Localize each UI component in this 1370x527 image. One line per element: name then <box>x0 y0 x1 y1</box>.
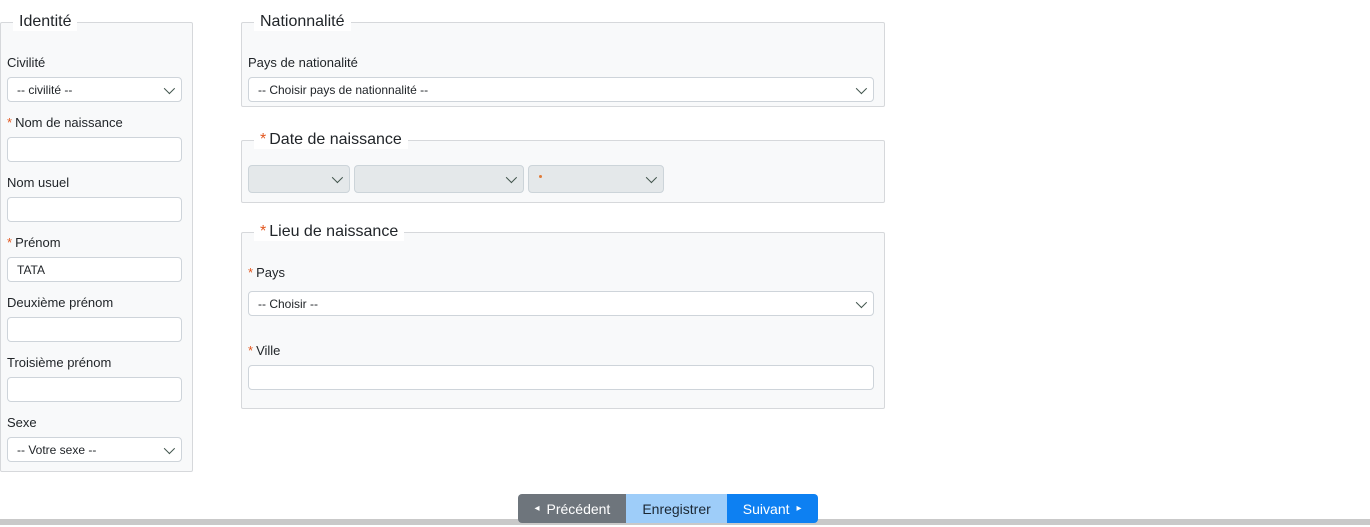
field-pays: * Pays -- Choisir -- <box>248 265 874 316</box>
previous-button[interactable]: ◂ Précédent <box>518 494 627 523</box>
required-asterisk: * <box>248 343 254 358</box>
pays-de-nationalite-select[interactable]: -- Choisir pays de nationnalité -- <box>248 77 874 102</box>
troisieme-prenom-label: Troisième prénom <box>7 355 112 370</box>
field-pays-de-nationalite: Pays de nationalité -- Choisir pays de n… <box>248 55 874 102</box>
birth-date-fieldset: * Date de naissance <box>241 130 885 203</box>
pays-de-nationalite-label: Pays de nationalité <box>248 55 358 70</box>
nationality-legend: Nationnalité <box>254 12 351 31</box>
required-asterisk: * <box>260 131 267 148</box>
identity-legend: Identité <box>13 12 78 31</box>
prenom-input[interactable] <box>7 257 182 282</box>
birth-date-legend: * Date de naissance <box>254 130 408 149</box>
save-button-label: Enregistrer <box>642 500 711 517</box>
birth-month-select[interactable] <box>354 165 524 193</box>
deuxieme-prenom-input[interactable] <box>7 317 182 342</box>
chevron-down-icon <box>163 442 176 454</box>
birth-year-select[interactable] <box>528 165 664 193</box>
arrow-right-icon: ▸ <box>796 502 802 514</box>
civilite-select-value: -- civilité -- <box>17 82 73 97</box>
required-asterisk: * <box>7 235 13 250</box>
required-asterisk: * <box>248 265 254 280</box>
field-nom-de-naissance: * Nom de naissance <box>7 115 182 162</box>
pays-select-value: -- Choisir -- <box>258 296 318 311</box>
required-asterisk: * <box>260 223 267 240</box>
ville-input[interactable] <box>248 365 874 390</box>
nationality-fieldset: Nationnalité Pays de nationalité -- Choi… <box>241 12 885 107</box>
field-nom-usuel: Nom usuel <box>7 175 182 222</box>
right-column: Nationnalité Pays de nationalité -- Choi… <box>241 0 885 409</box>
previous-button-label: Précédent <box>546 500 611 517</box>
sexe-label: Sexe <box>7 415 37 430</box>
sexe-select-value: -- Votre sexe -- <box>17 442 97 457</box>
field-sexe: Sexe -- Votre sexe -- <box>7 415 182 462</box>
footer-actions: ◂ Précédent Enregistrer Suivant ▸ <box>0 494 1370 523</box>
field-troisieme-prenom: Troisième prénom <box>7 355 182 402</box>
chevron-down-icon <box>855 296 868 308</box>
troisieme-prenom-input[interactable] <box>7 377 182 402</box>
identity-fieldset: Identité Civilité -- civilité -- * Nom de… <box>0 12 193 472</box>
nom-usuel-label: Nom usuel <box>7 175 70 190</box>
birth-place-legend: * Lieu de naissance <box>254 222 405 241</box>
nom-usuel-input[interactable] <box>7 197 182 222</box>
save-button[interactable]: Enregistrer <box>626 494 727 523</box>
chevron-down-icon <box>331 171 344 184</box>
civilite-label: Civilité <box>7 55 46 70</box>
deuxieme-prenom-label: Deuxième prénom <box>7 295 114 310</box>
required-asterisk: * <box>7 115 13 130</box>
sexe-select[interactable]: -- Votre sexe -- <box>7 437 182 462</box>
pays-de-nationalite-select-value: -- Choisir pays de nationnalité -- <box>258 82 429 97</box>
chevron-down-icon <box>163 82 176 94</box>
arrow-left-icon: ◂ <box>534 502 540 514</box>
next-button[interactable]: Suivant ▸ <box>726 494 818 523</box>
field-civilite: Civilité -- civilité -- <box>7 55 182 102</box>
chevron-down-icon <box>855 82 868 94</box>
nom-de-naissance-input[interactable] <box>7 137 182 162</box>
birth-day-select[interactable] <box>248 165 350 193</box>
nom-de-naissance-label: * Nom de naissance <box>7 115 123 130</box>
ville-label: * Ville <box>248 343 281 358</box>
field-ville: * Ville <box>248 343 874 390</box>
form-columns: Identité Civilité -- civilité -- * Nom de… <box>0 0 1370 472</box>
birth-date-selects <box>248 165 874 193</box>
pays-select[interactable]: -- Choisir -- <box>248 291 874 316</box>
field-deuxieme-prenom: Deuxième prénom <box>7 295 182 342</box>
civilite-select[interactable]: -- civilité -- <box>7 77 182 102</box>
birth-place-fieldset: * Lieu de naissance * Pays -- Choisir -- *… <box>241 222 885 409</box>
orange-dot <box>539 175 542 178</box>
chevron-down-icon <box>505 171 518 184</box>
next-button-label: Suivant <box>742 500 790 517</box>
field-prenom: * Prénom <box>7 235 182 282</box>
chevron-down-icon <box>645 171 658 184</box>
pays-label: * Pays <box>248 265 285 280</box>
wizard-button-group: ◂ Précédent Enregistrer Suivant ▸ <box>518 494 818 523</box>
prenom-label: * Prénom <box>7 235 61 250</box>
